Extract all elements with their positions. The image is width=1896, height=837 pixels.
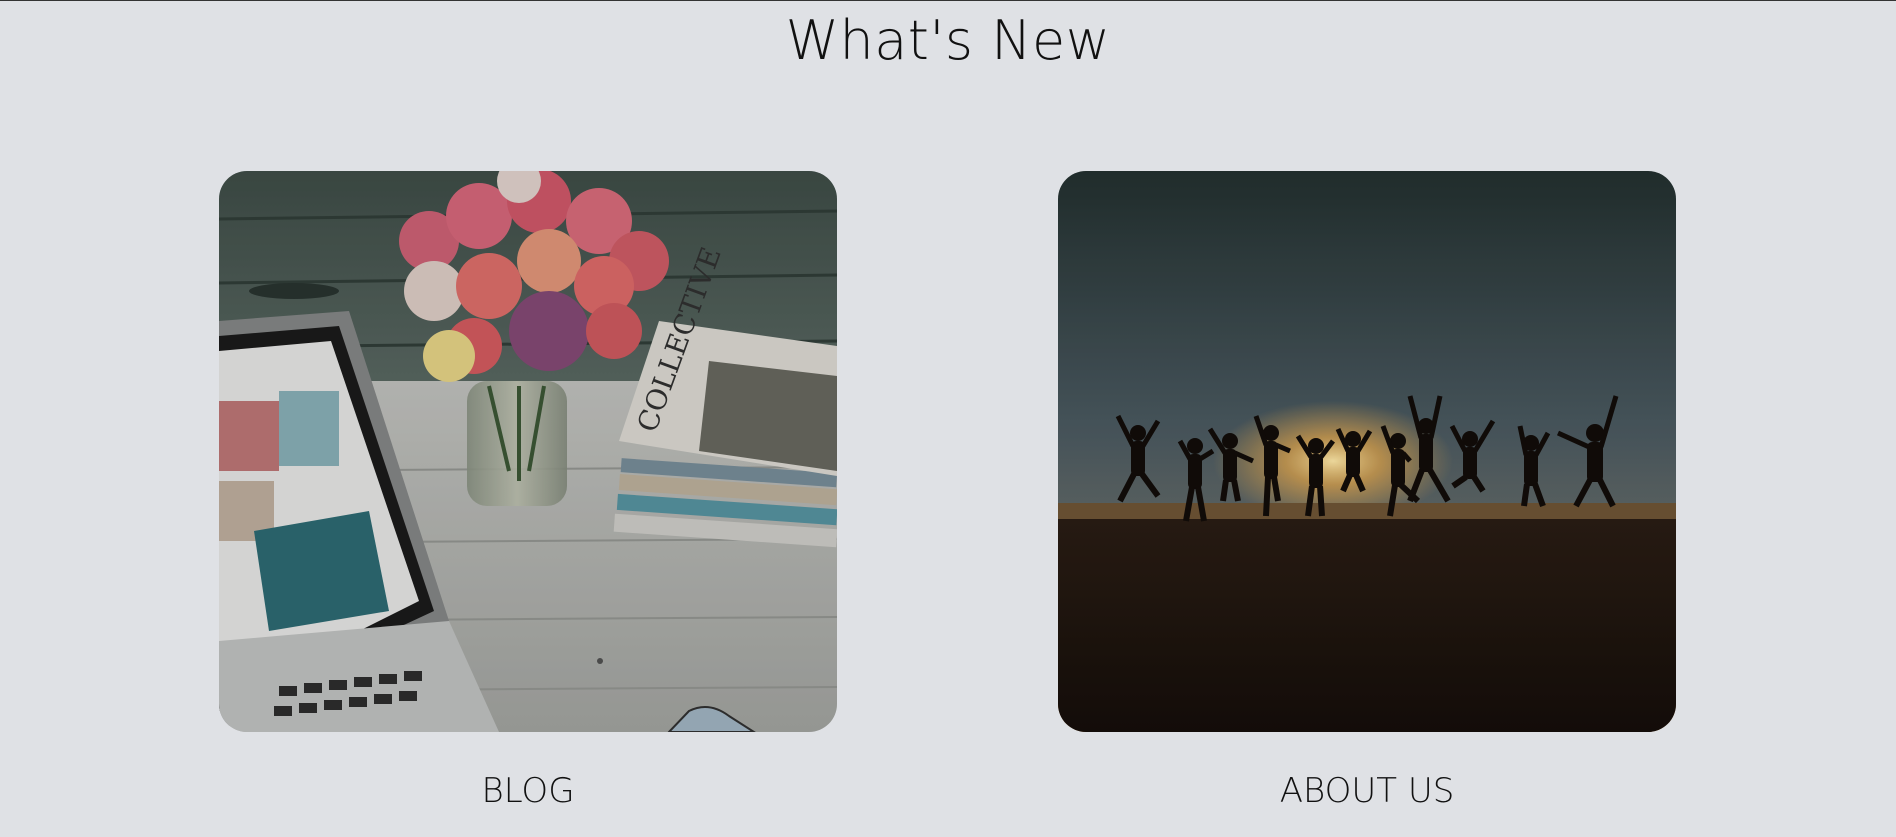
section-title: What's New <box>785 9 1111 72</box>
blog-card-image[interactable]: COLLECTIVE <box>219 171 837 732</box>
about-us-link[interactable]: ABOUT US <box>1058 767 1676 815</box>
blog-link[interactable]: BLOG <box>219 767 837 815</box>
about-us-card-image[interactable] <box>1058 171 1676 732</box>
